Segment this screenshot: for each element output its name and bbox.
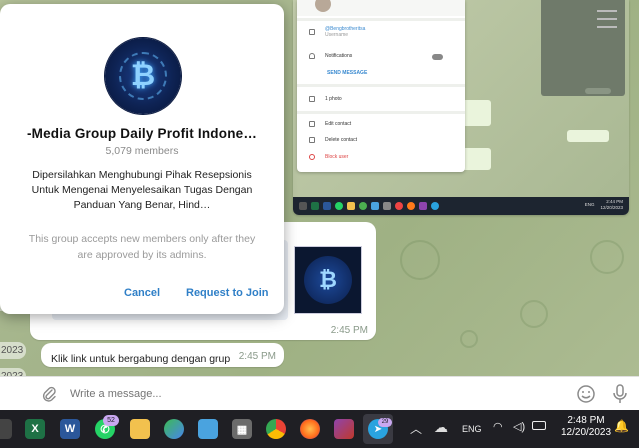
screenshot-side-panel: [541, 0, 625, 96]
bitcoin-icon: ₿: [130, 59, 156, 92]
group-title: -Media Group Daily Profit Indone…: [26, 126, 258, 141]
bitcoin-icon: ₿: [319, 267, 337, 292]
clock[interactable]: 2:48 PM 12/20/2023: [561, 415, 611, 439]
forwarded-screenshot[interactable]: @Bengbrotheritsa Username Notifications …: [293, 0, 629, 215]
language-indicator[interactable]: ENG: [462, 424, 482, 434]
battery-icon[interactable]: [532, 421, 546, 430]
photos-label: 1 photo: [325, 96, 342, 102]
block-user-label: Block user: [325, 154, 349, 160]
screenshot-time: 2:44 PM: [606, 199, 623, 204]
screenshot-bubble: [567, 130, 609, 142]
message-bubble[interactable]: Klik link untuk bergabung dengan grup 2:…: [41, 343, 284, 367]
edit-contact-row: Edit contact: [309, 121, 351, 127]
telegram-icon: [431, 202, 439, 210]
notification-icon[interactable]: 🔔: [614, 419, 629, 433]
send-message-label: SEND MESSAGE: [327, 70, 368, 76]
panel-line: [597, 26, 617, 28]
clock-time: 2:48 PM: [567, 415, 605, 426]
separator: [297, 111, 465, 114]
message-input[interactable]: [70, 386, 550, 402]
screenshot-lang: ENG: [584, 202, 595, 207]
username-row: @Bengbrotheritsa Username: [309, 26, 365, 38]
file-explorer-icon[interactable]: [130, 419, 150, 439]
cancel-button[interactable]: Cancel: [116, 283, 168, 303]
word-icon: [323, 202, 331, 210]
calculator-icon: [383, 202, 391, 210]
word-icon[interactable]: W: [60, 419, 80, 439]
firefox-icon: [407, 202, 415, 210]
notepad-icon: [371, 202, 379, 210]
notepad-icon[interactable]: [198, 419, 218, 439]
background-doodle: [520, 300, 548, 328]
date-separator: 2023: [0, 342, 27, 359]
block-user-row: Block user: [309, 154, 348, 160]
message-time: 2:45 PM: [238, 351, 276, 362]
folder-icon: [347, 202, 355, 210]
join-group-dialog: ₿ -Media Group Daily Profit Indone… 5,07…: [0, 4, 284, 314]
delete-contact-label: Delete contact: [325, 137, 357, 143]
panel-line: [597, 18, 617, 20]
block-icon: [309, 154, 315, 160]
background-doodle: [460, 330, 478, 348]
bitcoin-logo: ₿: [304, 256, 352, 304]
telegram-badge: 29: [378, 418, 392, 427]
photo-icon: [309, 96, 315, 102]
member-count: 5,079 members: [105, 145, 179, 157]
panel-chip: [585, 88, 611, 94]
firefox-icon[interactable]: [300, 419, 320, 439]
screenshot-taskbar: ENG 2:44 PM 12/20/2023: [293, 197, 629, 215]
profile-avatar: [315, 0, 331, 12]
screenshot-profile-panel: @Bengbrotheritsa Username Notifications …: [297, 0, 465, 172]
taskbar-app-icon: [299, 202, 307, 210]
screenshot-tray: ENG 2:44 PM 12/20/2023: [585, 199, 623, 211]
whatsapp-badge: 52: [103, 415, 119, 426]
bell-icon: [309, 53, 315, 59]
browser-icon: [359, 202, 367, 210]
admin-approval-note: This group accepts new members only afte…: [28, 233, 256, 261]
excel-icon[interactable]: X: [25, 419, 45, 439]
delete-contact-row: Delete contact: [309, 137, 357, 143]
notifications-label: Notifications: [325, 53, 353, 59]
trash-icon: [309, 137, 315, 143]
separator: [297, 18, 465, 21]
notifications-toggle: [432, 54, 443, 60]
screenshot-date: 12/20/2023: [600, 205, 623, 210]
excel-icon: [311, 202, 319, 210]
profile-header: [297, 0, 465, 16]
wifi-icon[interactable]: ◠: [493, 420, 503, 433]
background-doodle: [400, 240, 440, 280]
panel-line: [597, 10, 617, 12]
chrome-icon[interactable]: [266, 419, 286, 439]
app-icon: [419, 202, 427, 210]
taskbar-app-icon[interactable]: [0, 419, 12, 439]
pencil-icon: [309, 121, 315, 127]
link-preview-thumbnail[interactable]: ₿: [294, 246, 362, 314]
message-time: 2:45 PM: [330, 325, 368, 336]
edit-contact-label: Edit contact: [325, 121, 352, 127]
request-to-join-button[interactable]: Request to Join: [178, 283, 277, 303]
message-composer: [0, 376, 639, 410]
username-label: Username: [325, 32, 349, 38]
paperclip-icon[interactable]: [42, 385, 56, 403]
chevron-up-icon[interactable]: ︿: [410, 420, 422, 437]
browser-icon[interactable]: [164, 419, 184, 439]
microphone-icon[interactable]: [610, 383, 630, 405]
separator: [297, 84, 465, 87]
speaker-icon[interactable]: ◁): [513, 420, 525, 433]
emoji-icon[interactable]: [576, 384, 596, 404]
message-text: Klik link untuk bergabung dengan grup: [51, 353, 231, 365]
photos-row: 1 photo: [309, 96, 342, 102]
info-icon: [309, 29, 315, 35]
calculator-icon[interactable]: ▦: [232, 419, 252, 439]
cloud-icon[interactable]: ☁: [434, 419, 448, 436]
whatsapp-icon: [335, 202, 343, 210]
background-doodle: [590, 240, 624, 274]
group-description: Dipersilahkan Menghubungi Pihak Resepsio…: [31, 169, 253, 211]
media-app-icon[interactable]: [334, 419, 354, 439]
notifications-row: Notifications: [309, 53, 352, 59]
chrome-icon: [395, 202, 403, 210]
clock-date: 12/20/2023: [561, 427, 612, 438]
group-avatar: ₿: [105, 38, 181, 114]
